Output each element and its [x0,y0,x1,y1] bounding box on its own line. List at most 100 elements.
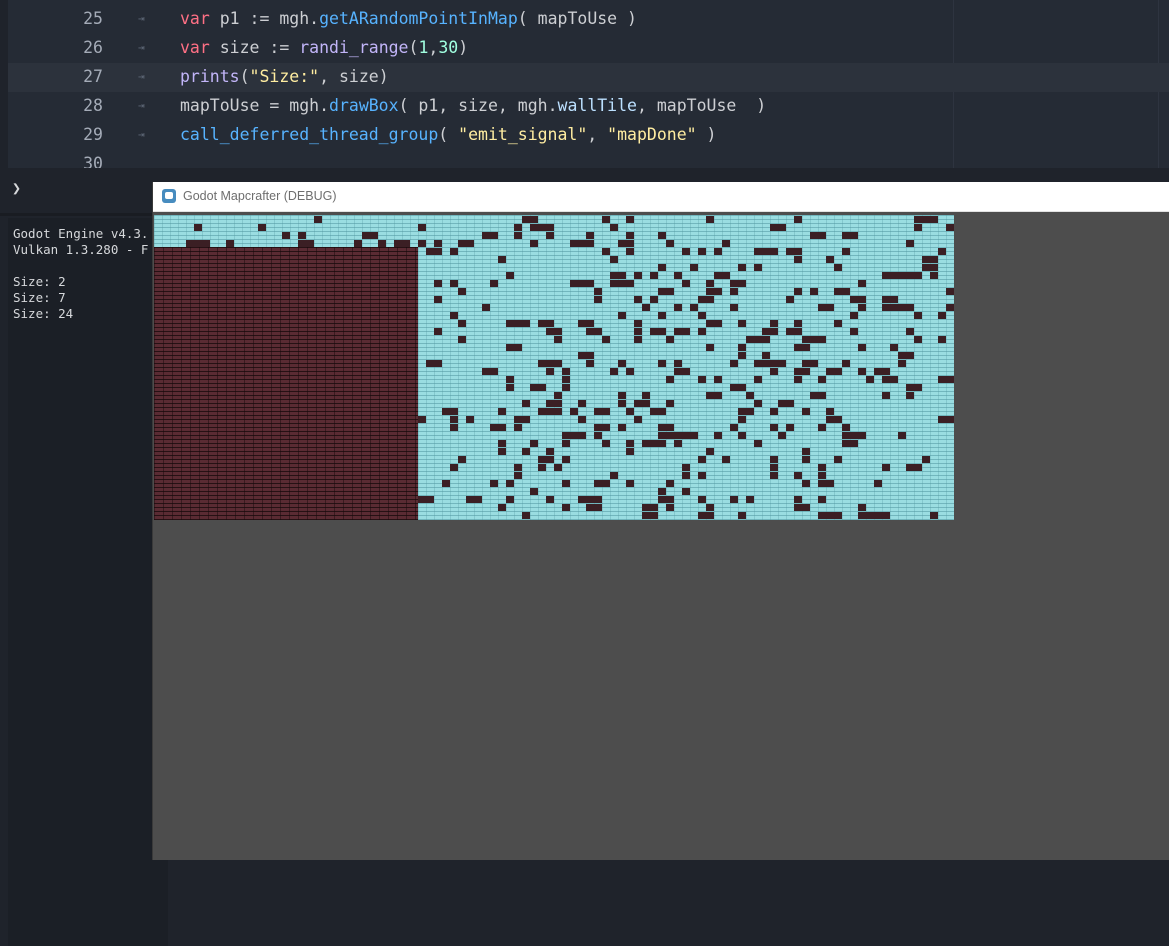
wall-tile [842,360,850,367]
wall-tile [714,272,730,279]
console-divider [0,213,160,216]
debug-game-window[interactable]: Godot Mapcrafter (DEBUG) [152,182,1169,860]
wall-tile [546,360,562,367]
wall-tile [898,304,914,311]
wall-tile [634,296,642,303]
wall-tile [714,248,722,255]
console-line: Size: 2 [13,274,66,289]
wall-tile [554,408,562,415]
wall-tile [626,440,634,447]
wall-tile [514,464,522,471]
wall-tile [626,408,634,415]
wall-tile [618,392,626,399]
wall-tile [754,400,762,407]
wall-tile [906,392,914,399]
wall-tile [842,432,850,439]
tab-indicator-icon: ⇥ [138,12,145,25]
wall-tile [754,440,762,447]
wall-tile [618,240,634,247]
code-line[interactable]: 28 ⇥ mapToUse = mgh.drawBox( p1, size, m… [8,92,1169,121]
wall-tile [770,456,778,463]
wall-tile [594,432,602,439]
code-line[interactable]: 30 [8,150,1169,168]
wall-tile [578,432,586,439]
code-line-current[interactable]: 27 ⇥ prints("Size:", size) [8,63,1169,92]
wall-tile [434,328,442,335]
wall-tile [890,376,898,383]
wall-tile [666,336,674,343]
wall-tile [850,312,858,319]
line-number: 30 [83,154,103,168]
wall-tile [738,264,746,271]
window-titlebar[interactable]: Godot Mapcrafter (DEBUG) [153,182,1169,212]
wall-tile [642,440,650,447]
code-line[interactable]: 29 ⇥ call_deferred_thread_group( "emit_s… [8,121,1169,150]
wall-tile [618,400,626,407]
wall-tile [514,424,522,431]
wall-tile [578,320,594,327]
console-toggle-chevron-icon[interactable]: ❯ [12,178,21,198]
wall-tile [802,360,818,367]
wall-tile [538,464,546,471]
wall-tile [810,232,826,239]
wall-tile [890,272,898,279]
wall-tile [602,424,610,431]
wall-tile [362,232,378,239]
wall-tile [794,256,802,263]
wall-tile [434,296,442,303]
wall-tile [642,392,650,399]
wall-tile [602,440,610,447]
wall-tile [650,408,666,415]
wall-tile [490,280,498,287]
wall-tile [922,216,938,223]
code-text: call_deferred_thread_group( "emit_signal… [180,125,717,144]
tab-indicator-icon: ⇥ [138,99,145,112]
wall-tile [698,456,706,463]
wall-tile [698,296,714,303]
wall-tile [514,416,530,423]
wall-tile [554,336,562,343]
wall-tile [906,272,914,279]
wall-tile [898,272,906,279]
wall-tile [522,400,530,407]
wall-tile [498,504,506,511]
output-console[interactable]: Godot Engine v4.3. Vulkan 1.3.280 - F Si… [8,218,168,946]
wall-tile [770,368,778,375]
wall-tile [770,224,786,231]
wall-tile [754,264,762,271]
wall-tile [938,248,946,255]
wall-tile [426,360,442,367]
wall-tile [834,264,842,271]
wall-tile [682,368,690,375]
wall-tile [642,304,650,311]
wall-tile [818,424,826,431]
wall-tile [522,320,530,327]
wall-tile [882,376,890,383]
wall-tile [754,248,762,255]
wall-tile [802,456,810,463]
wall-tile [706,216,714,223]
tile-map [154,215,954,520]
wall-tile [882,368,890,375]
wall-tile [922,256,930,263]
wall-tile [834,512,842,519]
wall-tile [874,512,890,519]
wall-tile [850,296,866,303]
wall-tile [698,496,706,503]
code-line[interactable]: 25 ⇥ var p1 := mgh.getARandomPointInMap(… [8,5,1169,34]
wall-tile [666,480,674,487]
wall-tile [698,248,706,255]
wall-tile [434,240,442,247]
line-number: 25 [83,9,103,28]
wall-tile [618,360,626,367]
wall-tile [666,432,682,439]
wall-tile [738,352,746,359]
wall-tiles-scatter [186,216,954,519]
wall-tile [842,424,850,431]
wall-tile [882,392,890,399]
code-editor[interactable]: 25 ⇥ var p1 := mgh.getARandomPointInMap(… [8,0,1169,168]
wall-tile [594,496,602,503]
wall-tile [882,296,890,303]
code-line[interactable]: 26 ⇥ var size := randi_range(1,30) [8,34,1169,63]
wall-tile [418,240,426,247]
